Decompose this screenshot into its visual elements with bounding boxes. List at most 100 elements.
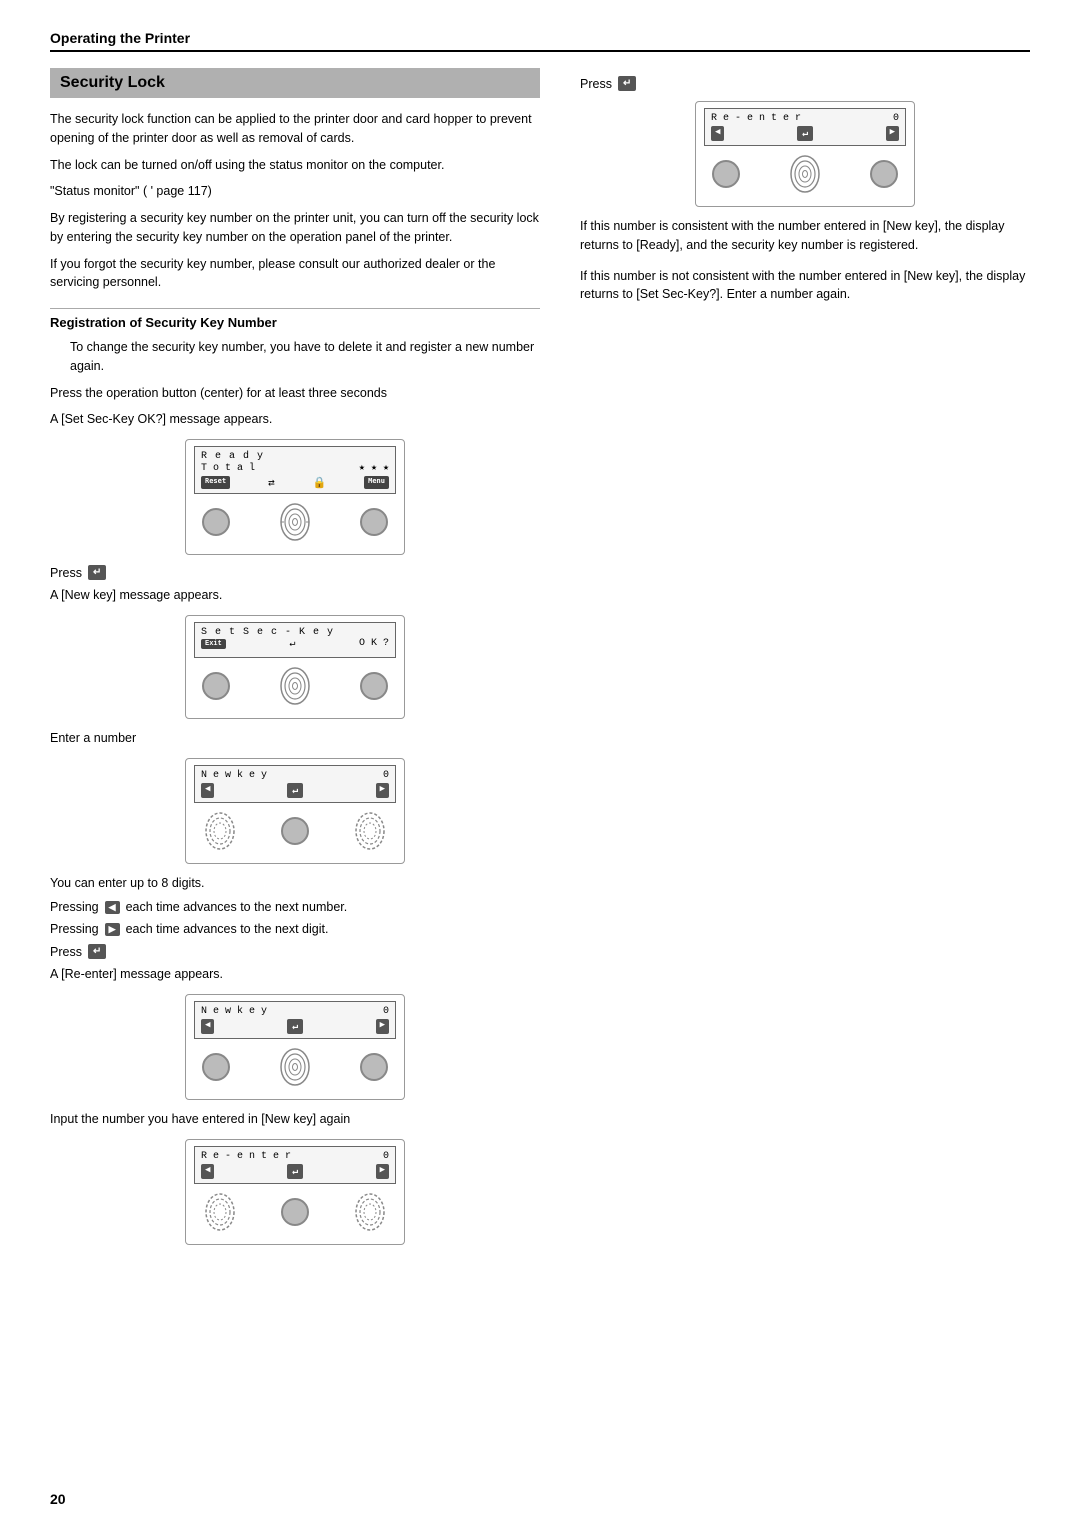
right-button-2 — [360, 672, 388, 700]
re-enter-label-right: R e - e n t e r — [711, 113, 801, 124]
right-btn-right — [870, 160, 898, 188]
center-fingerprint — [277, 500, 313, 544]
re-enter-line1-right: R e - e n t e r 0 — [711, 113, 899, 124]
note-1: If this number is consistent with the nu… — [580, 217, 1030, 255]
set-sec-key-line1: S e t S e c - K e y — [201, 627, 389, 638]
right-enter-icon: ↵ — [618, 76, 636, 91]
section-title: Security Lock — [50, 68, 540, 98]
left-arrow-btn-bottom: ◀ — [201, 1164, 214, 1179]
re-enter-buttons-right — [704, 152, 906, 196]
new-key-display-2: N e w k e y 0 ◀ ↵ ▶ — [194, 1001, 396, 1039]
enter-icon-1: ↵ — [88, 565, 106, 580]
left-button-4 — [202, 1053, 230, 1081]
left-arrow-icon: ◀ — [105, 901, 120, 914]
ready-display: R e a d y T o t a l ★ ★ ★ Reset ⇄ 🔒 Menu — [194, 446, 396, 494]
ready-stars: ★ ★ ★ — [359, 462, 389, 474]
right-arrow-btn-2: ▶ — [376, 1019, 389, 1034]
enter-icon-right: ↵ — [797, 126, 813, 141]
ready-total-label: T o t a l — [201, 463, 255, 474]
sub-para-3: A [Set Sec-Key OK?] message appears. — [50, 410, 540, 429]
new-key-btn-row: ◀ ↵ ▶ — [201, 783, 389, 798]
left-arrow-right: ◀ — [711, 126, 724, 141]
ready-panel-buttons — [194, 500, 396, 544]
re-enter-line1-bottom: R e - e n t e r 0 — [201, 1151, 389, 1162]
pressing-label-2: Pressing — [50, 922, 99, 936]
left-button — [202, 508, 230, 536]
content-area: Security Lock The security lock function… — [50, 68, 1030, 1255]
enter-icon-2: ↵ — [88, 944, 106, 959]
pressing-desc-1: each time advances to the next number. — [126, 900, 348, 914]
center-button-3 — [281, 817, 309, 845]
new-key-panel: N e w k e y 0 ◀ ↵ ▶ — [185, 758, 405, 864]
re-enter-panel-bottom: R e - e n t e r 0 ◀ ↵ ▶ — [185, 1139, 405, 1245]
right-arrow-btn-bottom: ▶ — [376, 1164, 389, 1179]
para-5: If you forgot the security key number, p… — [50, 255, 540, 293]
ok-label: O K ? — [359, 638, 389, 649]
left-fingerprint — [202, 809, 238, 853]
right-arrow-right: ▶ — [886, 126, 899, 141]
pressing-desc-2: each time advances to the next digit. — [126, 922, 329, 936]
lock-icon: 🔒 — [313, 476, 327, 489]
menu-btn: Menu — [364, 476, 389, 489]
para-4: By registering a security key number on … — [50, 209, 540, 247]
right-fingerprint — [352, 809, 388, 853]
re-enter-label-bottom: R e - e n t e r — [201, 1151, 291, 1162]
new-key-label-2: N e w k e y — [201, 1006, 267, 1017]
new-key-btn-row-2: ◀ ↵ ▶ — [201, 1019, 389, 1034]
right-arrow-icon: ▶ — [105, 923, 120, 936]
left-button-2 — [202, 672, 230, 700]
ready-buttons-row: Reset ⇄ 🔒 Menu — [201, 476, 389, 489]
re-enter-panel-buttons-bottom — [194, 1190, 396, 1234]
enter-icon-bottom: ↵ — [287, 1164, 303, 1179]
new-key-label: N e w k e y — [201, 770, 267, 781]
new-key-panel-buttons — [194, 809, 396, 853]
para-3: "Status monitor" ( ' page 117) — [50, 182, 540, 201]
ready-line1: R e a d y — [201, 451, 389, 462]
set-sec-key-display: S e t S e c - K e y Exit ↵ O K ? — [194, 622, 396, 658]
reset-btn: Reset — [201, 476, 230, 489]
right-button — [360, 508, 388, 536]
usb-icon: ⇄ — [268, 476, 275, 489]
left-arrow-btn-2: ◀ — [201, 1019, 214, 1034]
set-sec-key-buttons — [194, 664, 396, 708]
para-1: The security lock function can be applie… — [50, 110, 540, 148]
re-enter-btn-row-right: ◀ ↵ ▶ — [711, 126, 899, 141]
right-press-line: Press ↵ — [580, 76, 1030, 91]
input-number-text: Input the number you have entered in [Ne… — [50, 1110, 540, 1129]
ready-panel: R e a d y T o t a l ★ ★ ★ Reset ⇄ 🔒 Menu — [185, 439, 405, 555]
right-fingerprint-bottom — [352, 1190, 388, 1234]
enter-icon-4: ↵ — [287, 1019, 303, 1034]
sub-heading: Registration of Security Key Number — [50, 308, 540, 330]
ready-line2: T o t a l ★ ★ ★ — [201, 462, 389, 474]
center-fingerprint-right — [787, 152, 823, 196]
pressing-line-1: Pressing ◀ each time advances to the nex… — [50, 900, 540, 914]
press-label-1: Press — [50, 566, 82, 580]
right-arrow-btn: ▶ — [376, 783, 389, 798]
pressing-line-2: Pressing ▶ each time advances to the nex… — [50, 922, 540, 936]
re-enter-panel-right: R e - e n t e r 0 ◀ ↵ ▶ — [695, 101, 915, 207]
re-enter-btn-row-bottom: ◀ ↵ ▶ — [201, 1164, 389, 1179]
sub-para-2: Press the operation button (center) for … — [50, 384, 540, 403]
center-button-bottom — [281, 1198, 309, 1226]
center-fingerprint-2 — [277, 664, 313, 708]
page: Operating the Printer Security Lock The … — [0, 0, 1080, 1527]
right-press-label: Press — [580, 77, 612, 91]
left-column: Security Lock The security lock function… — [50, 68, 570, 1255]
re-enter-display-bottom: R e - e n t e r 0 ◀ ↵ ▶ — [194, 1146, 396, 1184]
exit-btn: Exit — [201, 639, 226, 649]
new-key-panel-2: N e w k e y 0 ◀ ↵ ▶ — [185, 994, 405, 1100]
re-enter-number-right: 0 — [893, 113, 899, 124]
set-sec-key-panel: S e t S e c - K e y Exit ↵ O K ? — [185, 615, 405, 719]
new-key-display: N e w k e y 0 ◀ ↵ ▶ — [194, 765, 396, 803]
set-sec-key-line2: Exit ↵ O K ? — [201, 638, 389, 650]
re-enter-number-bottom: 0 — [383, 1151, 389, 1162]
new-key-number: 0 — [383, 770, 389, 781]
enter-icon-display: ↵ — [289, 638, 295, 650]
right-column: Press ↵ R e - e n t e r 0 ◀ ↵ ▶ — [570, 68, 1030, 1255]
press-label-2: Press — [50, 945, 82, 959]
left-btn-right — [712, 160, 740, 188]
re-enter-display-right: R e - e n t e r 0 ◀ ↵ ▶ — [704, 108, 906, 146]
new-key-panel-buttons-2 — [194, 1045, 396, 1089]
left-fingerprint-bottom — [202, 1190, 238, 1234]
new-key-line1: N e w k e y 0 — [201, 770, 389, 781]
